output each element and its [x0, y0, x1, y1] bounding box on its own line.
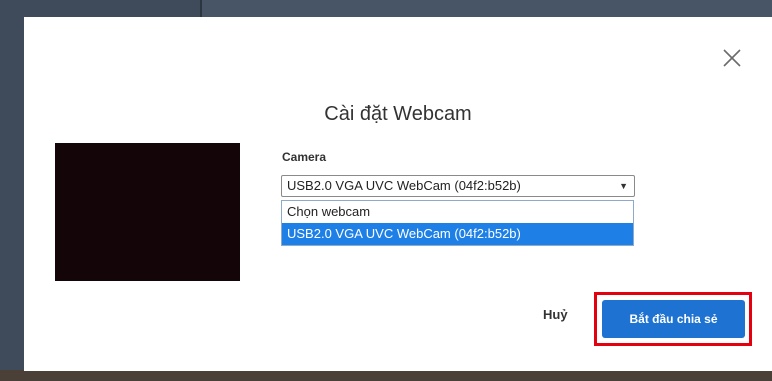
- close-button[interactable]: [720, 46, 744, 70]
- start-sharing-button[interactable]: Bắt đầu chia sẻ: [602, 300, 745, 338]
- camera-option-usb-webcam[interactable]: USB2.0 VGA UVC WebCam (04f2:b52b): [282, 223, 633, 245]
- background-bottom-strip: [0, 370, 772, 381]
- webcam-preview: [55, 143, 240, 281]
- camera-select-value: USB2.0 VGA UVC WebCam (04f2:b52b): [287, 178, 521, 193]
- dropdown-arrow-icon: ▼: [619, 181, 628, 191]
- cancel-button[interactable]: Huỷ: [543, 307, 568, 322]
- camera-option-placeholder[interactable]: Chọn webcam: [282, 201, 633, 223]
- close-icon: [723, 49, 741, 67]
- camera-options-list: Chọn webcam USB2.0 VGA UVC WebCam (04f2:…: [281, 200, 634, 246]
- webcam-settings-dialog: Cài đặt Webcam Camera USB2.0 VGA UVC Web…: [24, 17, 772, 371]
- camera-select[interactable]: USB2.0 VGA UVC WebCam (04f2:b52b) ▼: [281, 175, 635, 197]
- dialog-title: Cài đặt Webcam: [324, 103, 472, 125]
- camera-label: Camera: [282, 150, 327, 164]
